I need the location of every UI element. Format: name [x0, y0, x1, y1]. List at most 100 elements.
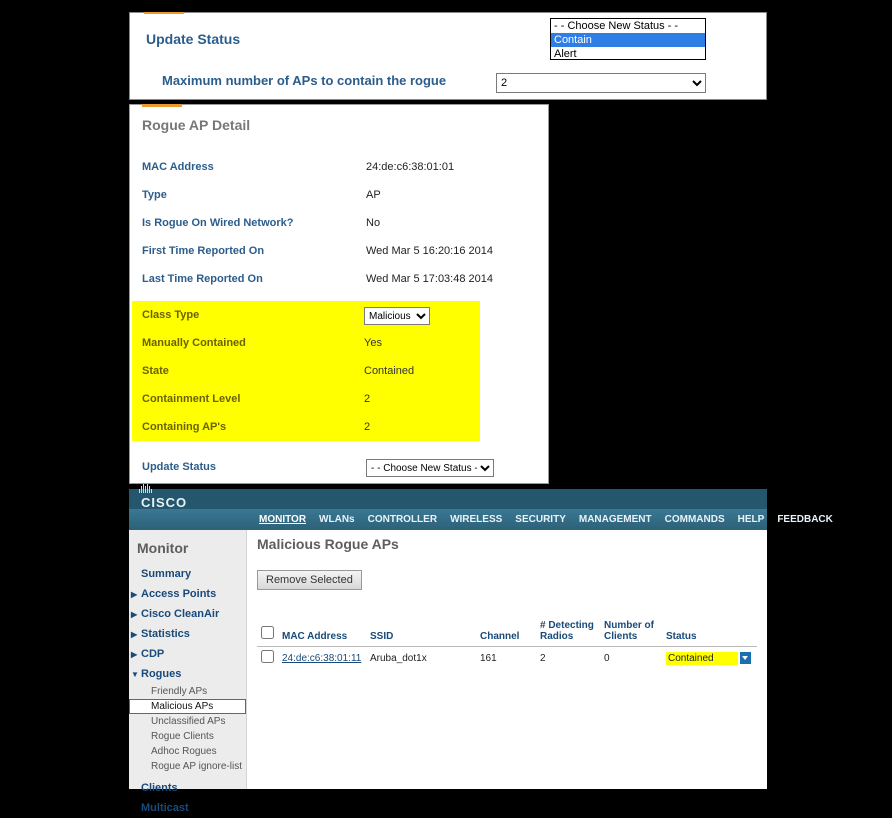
caps-value: 2: [364, 421, 370, 433]
menu-controller[interactable]: CONTROLLER: [368, 514, 437, 525]
status-option-contain[interactable]: Contain: [551, 33, 705, 47]
state-label: State: [142, 365, 169, 377]
sub-adhoc-rogues[interactable]: Adhoc Rogues: [129, 744, 246, 759]
sidebar-item-label: Statistics: [141, 628, 190, 640]
menu-monitor[interactable]: MONITOR: [259, 514, 306, 525]
table-row: 24:de:c6:38:01:11 Aruba_dot1x 161 2 0 Co…: [257, 647, 757, 670]
wlc-body: Monitor Summary ▶ Access Points ▶ Cisco …: [129, 530, 767, 789]
menu-wireless[interactable]: WIRELESS: [450, 514, 502, 525]
row-last: Last Time Reported On Wed Mar 5 17:03:48…: [142, 273, 536, 293]
header-radios[interactable]: # Detecting Radios: [536, 618, 600, 647]
max-aps-select[interactable]: 2: [496, 73, 706, 93]
sub-malicious-aps[interactable]: Malicious APs: [129, 699, 246, 714]
sidebar-item-label: Multicast: [141, 802, 189, 814]
state-value: Contained: [364, 365, 414, 377]
accent-bar: [142, 104, 182, 107]
level-value: 2: [364, 393, 370, 405]
rogue-table: MAC Address SSID Channel # Detecting Rad…: [257, 618, 757, 669]
row-wired: Is Rogue On Wired Network? No: [142, 217, 536, 237]
sub-friendly-aps[interactable]: Friendly APs: [129, 684, 246, 699]
rogue-detail-title: Rogue AP Detail: [142, 117, 250, 133]
sub-rogue-clients[interactable]: Rogue Clients: [129, 729, 246, 744]
chevron-right-icon: ▶: [131, 590, 137, 599]
row-state: State Contained: [142, 363, 476, 383]
status-dropdown-icon[interactable]: [740, 652, 751, 664]
side-statistics[interactable]: ▶ Statistics: [129, 624, 246, 644]
caps-label: Containing AP's: [142, 421, 226, 433]
mac-value: 24:de:c6:38:01:01: [366, 161, 454, 173]
new-status-listbox[interactable]: - - Choose New Status - - Contain Alert: [550, 18, 706, 60]
main-title: Malicious Rogue APs: [257, 536, 757, 552]
table-header-row: MAC Address SSID Channel # Detecting Rad…: [257, 618, 757, 647]
sidebar-title: Monitor: [129, 536, 246, 564]
menu-management[interactable]: MANAGEMENT: [579, 514, 652, 525]
sidebar-item-label: Cisco CleanAir: [141, 608, 219, 620]
brand-label: CISCO: [141, 495, 187, 510]
type-value: AP: [366, 189, 381, 201]
wired-label: Is Rogue On Wired Network?: [142, 217, 293, 229]
remove-selected-button[interactable]: Remove Selected: [257, 570, 362, 590]
row-first: First Time Reported On Wed Mar 5 16:20:1…: [142, 245, 536, 265]
cell-mac[interactable]: 24:de:c6:38:01:11: [278, 647, 366, 670]
update-status-select[interactable]: - - Choose New Status - -: [366, 459, 494, 477]
row-type: Type AP: [142, 189, 536, 209]
chevron-down-icon: ▼: [131, 670, 139, 679]
menu-help[interactable]: HELP: [738, 514, 765, 525]
chevron-right-icon: ▶: [131, 610, 137, 619]
level-label: Containment Level: [142, 393, 240, 405]
sidebar-item-label: Clients: [141, 782, 178, 794]
chevron-right-icon: ▶: [131, 630, 137, 639]
cell-status: Contained: [662, 647, 757, 670]
cell-ssid: Aruba_dot1x: [366, 647, 476, 670]
cell-channel: 161: [476, 647, 536, 670]
header-status[interactable]: Status: [662, 618, 757, 647]
side-rogues[interactable]: ▼ Rogues: [129, 664, 246, 684]
menu-feedback[interactable]: FEEDBACK: [777, 514, 833, 525]
side-multicast[interactable]: Multicast: [129, 798, 246, 818]
row-mac: MAC Address 24:de:c6:38:01:01: [142, 161, 536, 181]
header-ssid[interactable]: SSID: [366, 618, 476, 647]
header-mac[interactable]: MAC Address: [278, 618, 366, 647]
accent-bar: [144, 12, 184, 14]
menu-security[interactable]: SECURITY: [515, 514, 566, 525]
status-option-choose[interactable]: - - Choose New Status - -: [551, 19, 705, 33]
last-label: Last Time Reported On: [142, 273, 263, 285]
header-clients[interactable]: Number of Clients: [600, 618, 662, 647]
first-value: Wed Mar 5 16:20:16 2014: [366, 245, 493, 257]
wlc-sidebar: Monitor Summary ▶ Access Points ▶ Cisco …: [129, 530, 247, 789]
last-value: Wed Mar 5 17:03:48 2014: [366, 273, 493, 285]
rogue-ap-detail-panel: Rogue AP Detail MAC Address 24:de:c6:38:…: [129, 104, 549, 484]
mac-label: MAC Address: [142, 161, 214, 173]
wlc-panel: CISCO MONITOR WLANs CONTROLLER WIRELESS …: [129, 489, 767, 789]
cisco-bars-icon: [139, 483, 152, 493]
class-type-select[interactable]: Malicious: [364, 307, 430, 325]
side-cleanair[interactable]: ▶ Cisco CleanAir: [129, 604, 246, 624]
side-cdp[interactable]: ▶ CDP: [129, 644, 246, 664]
update-status-panel: Update Status - - Choose New Status - - …: [129, 12, 767, 100]
update-status-label: Update Status: [142, 461, 216, 473]
sidebar-item-label: Access Points: [141, 588, 216, 600]
manual-label: Manually Contained: [142, 337, 246, 349]
wlc-topbar: CISCO: [129, 489, 767, 509]
cell-radios: 2: [536, 647, 600, 670]
header-channel[interactable]: Channel: [476, 618, 536, 647]
side-summary[interactable]: Summary: [129, 564, 246, 584]
manual-value: Yes: [364, 337, 382, 349]
side-access-points[interactable]: ▶ Access Points: [129, 584, 246, 604]
wlc-main: Malicious Rogue APs Remove Selected MAC …: [247, 530, 767, 789]
row-checkbox[interactable]: [261, 650, 274, 663]
sidebar-item-label: Summary: [141, 568, 191, 580]
menu-wlans[interactable]: WLANs: [319, 514, 355, 525]
header-checkbox[interactable]: [257, 618, 278, 647]
sub-unclassified-aps[interactable]: Unclassified APs: [129, 714, 246, 729]
menu-commands[interactable]: COMMANDS: [665, 514, 725, 525]
side-clients[interactable]: Clients: [129, 778, 246, 798]
class-type-label: Class Type: [142, 309, 199, 321]
row-update-status: Update Status - - Choose New Status - -: [142, 459, 538, 479]
update-status-title: Update Status: [146, 31, 240, 47]
status-option-alert[interactable]: Alert: [551, 47, 705, 60]
type-label: Type: [142, 189, 167, 201]
wired-value: No: [366, 217, 380, 229]
select-all-checkbox[interactable]: [261, 626, 274, 639]
sub-rogue-ignore[interactable]: Rogue AP ignore-list: [129, 759, 246, 774]
